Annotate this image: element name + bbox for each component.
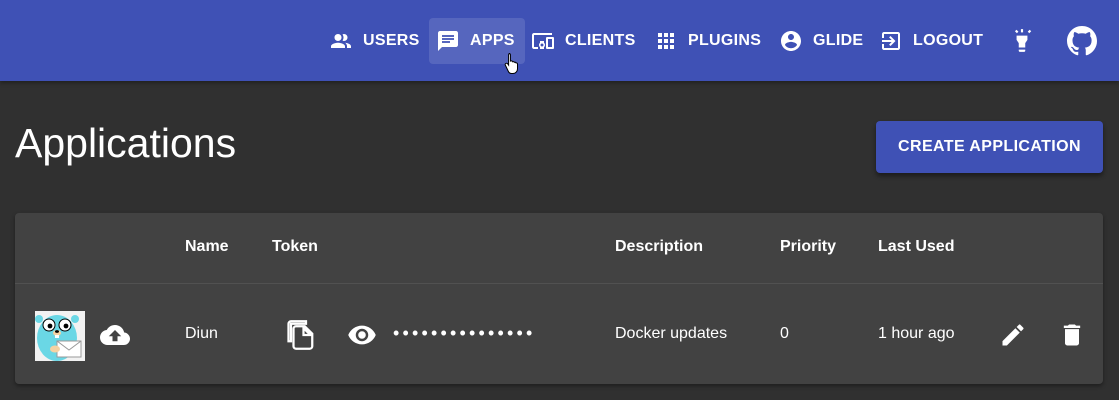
- copy-token-button[interactable]: [286, 319, 316, 351]
- github-icon: [1067, 26, 1097, 56]
- apps-grid-icon: [658, 33, 674, 49]
- page-title: Applications: [15, 120, 237, 166]
- gopher-app-icon: [35, 311, 85, 361]
- column-header-last-used: Last Used: [878, 238, 955, 255]
- lightbulb-icon: [1014, 29, 1032, 52]
- cloud-upload-icon: [100, 325, 130, 345]
- nav-logout-label: LOGOUT: [913, 32, 984, 49]
- pencil-icon: [1002, 324, 1024, 346]
- column-header-priority: Priority: [780, 238, 837, 255]
- eye-icon: [348, 325, 376, 345]
- copy-icon: [287, 320, 314, 350]
- app-last-used: 1 hour ago: [878, 325, 955, 342]
- app-priority: 0: [780, 325, 789, 342]
- app-bar: USERS APPS CLIENTS PLUGINS GLIDE LOGOUT: [0, 0, 1119, 81]
- delete-application-button[interactable]: [1057, 319, 1087, 351]
- upload-image-button[interactable]: [99, 320, 131, 350]
- create-application-button[interactable]: CREATE APPLICATION: [876, 121, 1103, 173]
- table-row: Diun ••••••••••••••• Docker updates 0 1 …: [15, 285, 1103, 384]
- theme-toggle-button[interactable]: [1004, 23, 1040, 59]
- trash-icon: [1063, 324, 1081, 346]
- nav-clients-label: CLIENTS: [565, 32, 636, 49]
- users-icon: [331, 34, 351, 48]
- edit-application-button[interactable]: [997, 319, 1029, 351]
- table-header-row: Name Token Description Priority Last Use…: [15, 213, 1103, 284]
- applications-table: Name Token Description Priority Last Use…: [15, 213, 1103, 384]
- nav-clients-button[interactable]: CLIENTS: [531, 18, 636, 64]
- column-header-token: Token: [272, 238, 318, 255]
- chat-icon: [438, 31, 458, 51]
- toggle-token-visibility-button[interactable]: [345, 320, 379, 350]
- nav-users-button[interactable]: USERS: [329, 18, 420, 64]
- column-header-description: Description: [615, 238, 704, 255]
- nav-apps-label: APPS: [470, 32, 515, 49]
- exit-icon: [882, 32, 900, 50]
- app-description: Docker updates: [615, 325, 728, 342]
- nav-users-label: USERS: [363, 32, 420, 49]
- devices-icon: [532, 33, 554, 49]
- app-token: •••••••••••••••: [393, 323, 536, 343]
- github-link[interactable]: [1064, 23, 1100, 59]
- nav-logout-button[interactable]: LOGOUT: [879, 18, 983, 64]
- app-name: Diun: [185, 325, 218, 342]
- column-header-name: Name: [185, 238, 229, 255]
- nav-glide-button[interactable]: GLIDE: [779, 18, 863, 64]
- hand-cursor-icon: [504, 53, 518, 74]
- nav-plugins-label: PLUGINS: [688, 32, 762, 49]
- nav-glide-label: GLIDE: [813, 32, 864, 49]
- nav-plugins-button[interactable]: PLUGINS: [654, 18, 761, 64]
- account-circle-icon: [781, 31, 801, 51]
